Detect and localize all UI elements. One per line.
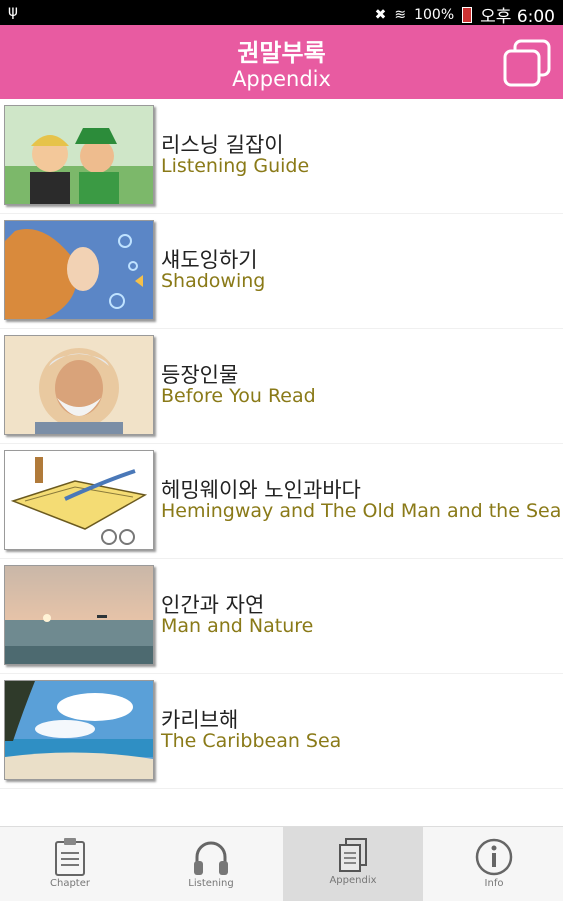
mute-icon: ✖ [374, 6, 387, 23]
item-title-en: The Caribbean Sea [161, 730, 342, 752]
item-title-en: Before You Read [161, 385, 316, 407]
item-title-en: Listening Guide [161, 155, 310, 177]
battery-text: 100% [414, 6, 455, 23]
usb-icon: ψ [8, 2, 18, 20]
caribbean-beach-photo [4, 680, 154, 780]
tab-label: Listening [188, 878, 234, 889]
copy-button[interactable] [501, 37, 553, 89]
clipboard-icon [55, 838, 85, 876]
bottom-tab-bar: Chapter Listening Appendix Info [0, 826, 563, 901]
tab-label: Appendix [329, 875, 377, 886]
girl-underwater-illustration [4, 220, 154, 320]
tab-label: Chapter [50, 878, 90, 889]
item-title-en: Hemingway and The Old Man and the Sea [161, 500, 562, 522]
wifi-icon: ≋ [394, 6, 407, 23]
appendix-list: 리스닝 길잡이 Listening Guide 섀도잉하기 Shadowing [0, 99, 563, 789]
app-header: 권말부록 Appendix [0, 25, 563, 99]
documents-icon [339, 838, 367, 872]
sunset-sea-photo [4, 565, 154, 665]
list-item-caribbean-sea[interactable]: 카리브해 The Caribbean Sea [0, 674, 563, 789]
list-item-hemingway[interactable]: 헤밍웨이와 노인과바다 Hemingway and The Old Man an… [0, 444, 563, 559]
headphones-icon [194, 841, 228, 875]
list-item-man-and-nature[interactable]: 인간과 자연 Man and Nature [0, 559, 563, 674]
tab-chapter[interactable]: Chapter [0, 827, 140, 901]
two-boys-illustration [4, 105, 154, 205]
list-item-listening-guide[interactable]: 리스닝 길잡이 Listening Guide [0, 99, 563, 214]
tab-appendix[interactable]: Appendix [283, 827, 423, 901]
tab-label: Info [484, 878, 504, 889]
item-title-en: Man and Nature [161, 615, 314, 637]
list-item-shadowing[interactable]: 섀도잉하기 Shadowing [0, 214, 563, 329]
clock: 오후 6:00 [480, 7, 555, 27]
page-title-ko: 권말부록 [237, 39, 326, 67]
tab-listening[interactable]: Listening [141, 827, 281, 901]
list-item-before-you-read[interactable]: 등장인물 Before You Read [0, 329, 563, 444]
old-man-portrait [4, 335, 154, 435]
status-bar: ψ ✖ ≋ 100% 오후 6:00 [0, 0, 563, 27]
copy-icon [503, 39, 551, 87]
battery-icon [462, 6, 473, 23]
tab-info[interactable]: Info [424, 827, 563, 901]
book-and-quill-illustration [4, 450, 154, 550]
info-icon [475, 838, 513, 876]
page-title-en: Appendix [232, 67, 331, 91]
item-title-en: Shadowing [161, 270, 266, 292]
